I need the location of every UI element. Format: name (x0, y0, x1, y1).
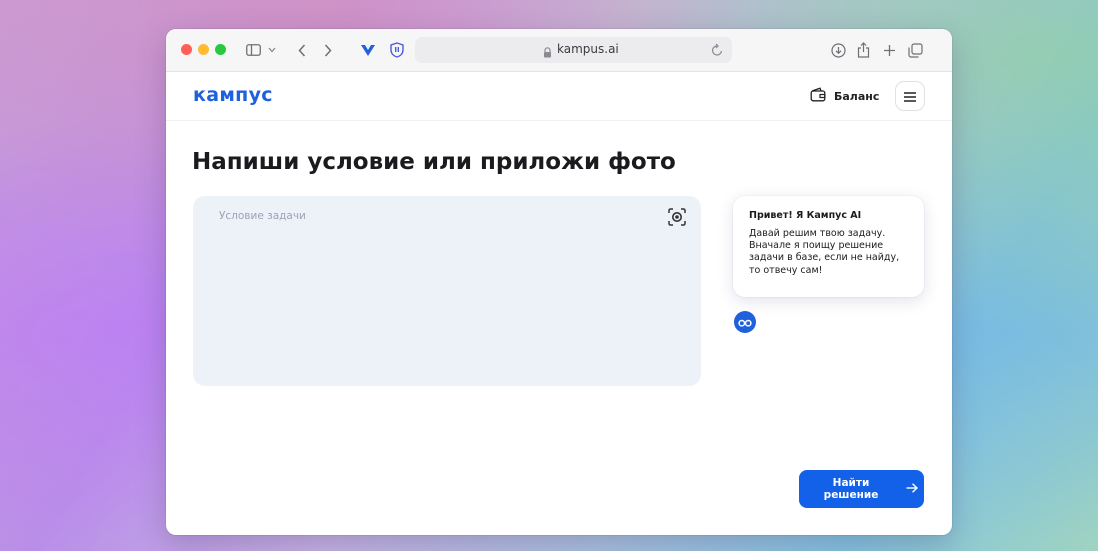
task-input[interactable] (193, 196, 701, 386)
task-input-area (193, 196, 701, 386)
balance-button[interactable]: Баланс (810, 87, 879, 106)
share-icon[interactable] (854, 39, 872, 61)
logo[interactable]: кампус (193, 84, 273, 106)
sidebar-icon[interactable] (244, 39, 262, 61)
arrow-right-icon (906, 482, 919, 496)
browser-toolbar: kampus.ai (166, 29, 952, 72)
reload-icon[interactable] (711, 42, 724, 61)
address-bar[interactable]: kampus.ai (415, 37, 732, 63)
extension-icon[interactable] (359, 39, 377, 61)
download-icon[interactable] (829, 39, 847, 61)
back-icon[interactable] (295, 39, 309, 61)
assistant-greeting: Привет! Я Кампус AI (749, 210, 862, 221)
lock-icon (543, 43, 552, 62)
assistant-message: Давай решим твою задачу. Вначале я поищу… (749, 228, 900, 276)
find-solution-label: Найти решение (823, 477, 879, 501)
site-header: кампус Баланс (166, 72, 952, 121)
forward-icon[interactable] (321, 39, 335, 61)
menu-button[interactable] (895, 81, 925, 111)
tabs-icon[interactable] (906, 39, 924, 61)
camera-icon[interactable] (667, 207, 687, 227)
zoom-window-button[interactable] (215, 44, 226, 55)
browser-window: kampus.ai кампус Баланс Напиши условие и… (166, 29, 952, 535)
minimize-window-button[interactable] (198, 44, 209, 55)
assistant-logo-icon (738, 313, 752, 332)
plus-icon[interactable] (880, 39, 898, 61)
close-window-button[interactable] (181, 44, 192, 55)
hamburger-icon (904, 87, 916, 106)
assistant-avatar (734, 311, 756, 333)
wallet-icon (810, 87, 826, 106)
page-title: Напиши условие или приложи фото (192, 149, 676, 175)
chevron-down-icon[interactable] (266, 39, 278, 61)
shield-icon[interactable] (388, 39, 406, 61)
assistant-message-bubble: Привет! Я Кампус AI Давай решим твою зад… (733, 196, 924, 297)
find-solution-button[interactable]: Найти решение (799, 470, 924, 508)
url-text: kampus.ai (557, 42, 619, 56)
balance-label: Баланс (834, 90, 880, 103)
